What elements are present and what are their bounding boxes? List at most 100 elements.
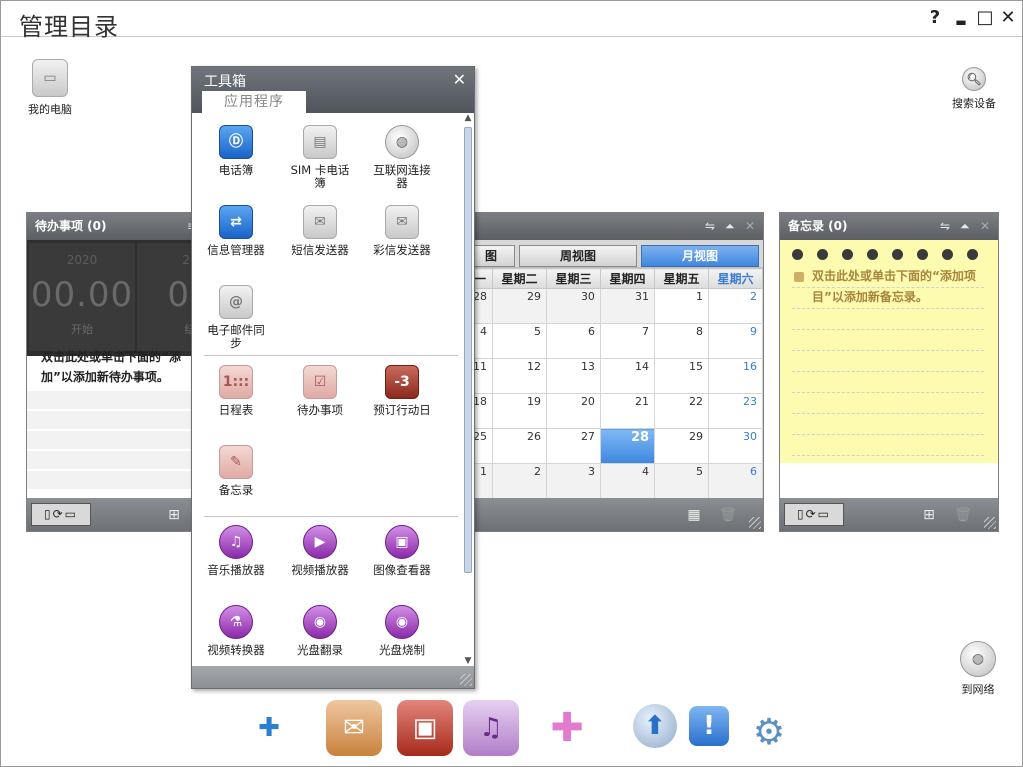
scroll-up-icon[interactable]: ▲	[462, 113, 474, 123]
to-network-shortcut[interactable]: ◍ 到网络	[951, 641, 1005, 697]
calendar-day-cell[interactable]: 2	[708, 288, 763, 324]
app-sim-phonebook[interactable]: ▤ SIM 卡电话簿	[278, 125, 362, 190]
phone-mail-icon[interactable]: ✉	[326, 700, 382, 756]
collapse-icon[interactable]: ⇋	[705, 213, 715, 240]
gear-icon[interactable]: ⚙	[741, 704, 797, 760]
close-button[interactable]: ✕	[998, 9, 1018, 27]
calendar-day-cell[interactable]: 16	[708, 358, 763, 394]
computer-icon: ▭	[32, 59, 68, 97]
calendar-day-cell[interactable]: 15	[654, 358, 710, 394]
start-time: 00.00	[30, 275, 134, 315]
app-dday[interactable]: -3 预订行动日	[360, 365, 444, 417]
calendar-day-cell[interactable]: 31	[599, 288, 656, 324]
toolbox-app-list: Ⓓ 电话簿 ▤ SIM 卡电话簿 ◍ 互联网连接器 ⇄ 信息管理器 ✉ 短信发送器 ✉ 彩信发送器 @ 电…	[192, 113, 462, 666]
calendar-day-cell[interactable]: 5	[492, 323, 547, 359]
calendar-day-cell[interactable]: 6	[708, 463, 763, 499]
app-sms-sender[interactable]: ✉ 短信发送器	[278, 205, 362, 257]
pda-icon[interactable]: ▣	[397, 700, 453, 756]
resize-grip[interactable]	[749, 517, 761, 529]
memo-area[interactable]: 双击此处或单击下面的“添加项目”以添加新备忘录。	[780, 240, 998, 463]
toolbox-window: 工具箱 ✕ 应用程序 Ⓓ 电话簿 ▤ SIM 卡电话簿 ◍ 互联网连接器 ⇄ 信息管理器 ✉ 短信…	[191, 66, 475, 689]
view-month-tab[interactable]: 月视图	[641, 245, 759, 267]
calendar-day-cell[interactable]: 2	[492, 463, 547, 499]
add-task-icon[interactable]: ⊞	[165, 506, 183, 524]
weekday-header: 星期二	[492, 268, 547, 289]
app-message-manager[interactable]: ⇄ 信息管理器	[194, 205, 278, 257]
minimize-panel-icon[interactable]: ⏶	[725, 213, 735, 240]
app-cd-rip[interactable]: ◉ 光盘翻录	[278, 605, 362, 657]
calendar-day-cell[interactable]: 13	[545, 358, 601, 394]
add-memo-icon[interactable]: ⊞	[920, 506, 938, 524]
app-label: 光盘烧制	[379, 643, 425, 657]
app-schedule[interactable]: 1::: 日程表	[194, 365, 278, 417]
globe-upload-icon[interactable]: ⬆	[633, 704, 677, 748]
calendar-day-cell[interactable]: 4	[599, 463, 656, 499]
toolbox-scrollbar[interactable]: ▲ ▼	[462, 113, 474, 666]
scroll-thumb[interactable]	[464, 127, 472, 573]
plus-icon[interactable]: ✚	[539, 700, 595, 756]
tab-applications[interactable]: 应用程序	[202, 91, 306, 113]
delete-icon[interactable]: 🗑︎	[954, 506, 972, 524]
calendar-day-cell[interactable]: 21	[599, 393, 656, 429]
todo-icon: ☑	[303, 365, 337, 399]
calendar-day-cell[interactable]: 5	[654, 463, 710, 499]
calendar-day-cell[interactable]: 19	[492, 393, 547, 429]
view-week-tab[interactable]: 周视图	[519, 245, 637, 267]
calendar-day-cell[interactable]: 29	[492, 288, 547, 324]
window-title: 管理目录	[19, 13, 119, 41]
resize-grip[interactable]	[460, 674, 472, 686]
delete-icon[interactable]: 🗑︎	[719, 506, 737, 524]
calendar-day-cell[interactable]: 28	[599, 428, 656, 464]
toolbox-close-button[interactable]: ✕	[453, 70, 466, 89]
app-internet-connector[interactable]: ◍ 互联网连接器	[360, 125, 444, 190]
app-mms-sender[interactable]: ✉ 彩信发送器	[360, 205, 444, 257]
minimize-button[interactable]: ▬	[951, 9, 971, 35]
divider	[204, 355, 458, 356]
music-player-icon: ♫	[219, 525, 253, 559]
device-switch[interactable]: ▯⟳▭	[31, 503, 91, 526]
calendar-day-cell[interactable]: 6	[545, 323, 601, 359]
maximize-button[interactable]: □	[975, 9, 995, 27]
app-phonebook[interactable]: Ⓓ 电话簿	[194, 125, 278, 177]
app-cd-burn[interactable]: ◉ 光盘烧制	[360, 605, 444, 657]
media-icon[interactable]: ♫	[463, 700, 519, 756]
alert-icon[interactable]: !	[689, 706, 729, 746]
minimize-panel-icon[interactable]: ⏶	[960, 213, 970, 240]
add-event-icon[interactable]: ▦	[685, 506, 703, 524]
calendar-day-cell[interactable]: 30	[708, 428, 763, 464]
app-todo[interactable]: ☑ 待办事项	[278, 365, 362, 417]
app-music-player[interactable]: ♫ 音乐播放器	[194, 525, 278, 577]
calendar-day-cell[interactable]: 9	[708, 323, 763, 359]
calendar-day-cell[interactable]: 30	[545, 288, 601, 324]
collapse-icon[interactable]: ⇋	[940, 213, 950, 240]
help-button[interactable]: ?	[925, 9, 945, 27]
search-device-shortcut[interactable]: 🔍︎ 搜索设备	[945, 67, 1003, 111]
app-memo[interactable]: ✎ 备忘录	[194, 445, 278, 497]
device-switch[interactable]: ▯⟳▭	[784, 503, 844, 526]
divider	[204, 516, 458, 517]
calendar-day-cell[interactable]: 23	[708, 393, 763, 429]
calendar-day-cell[interactable]: 26	[492, 428, 547, 464]
my-computer-shortcut[interactable]: ▭ 我的电脑	[21, 59, 79, 117]
resize-grip[interactable]	[984, 517, 996, 529]
close-panel-icon[interactable]: ✕	[980, 213, 990, 240]
calendar-day-cell[interactable]: 12	[492, 358, 547, 394]
app-video-player[interactable]: ▶ 视频播放器	[278, 525, 362, 577]
app-image-viewer[interactable]: ▣ 图像查看器	[360, 525, 444, 577]
scroll-down-icon[interactable]: ▼	[462, 656, 474, 666]
calendar-day-cell[interactable]: 20	[545, 393, 601, 429]
app-video-converter[interactable]: ⚗ 视频转换器	[194, 605, 278, 657]
calendar-day-cell[interactable]: 1	[654, 288, 710, 324]
calendar-day-cell[interactable]: 8	[654, 323, 710, 359]
calendar-day-cell[interactable]: 22	[654, 393, 710, 429]
app-email-sync[interactable]: @ 电子邮件同步	[194, 285, 278, 350]
calendar-day-cell[interactable]: 29	[654, 428, 710, 464]
calendar-day-cell[interactable]: 27	[545, 428, 601, 464]
todo-hint[interactable]: 双击此处或单击下面的“添加”以添加新待办事项。	[41, 347, 211, 387]
start-label: 开始	[71, 323, 93, 336]
puzzle-icon[interactable]: ✚	[241, 700, 297, 756]
calendar-day-cell[interactable]: 14	[599, 358, 656, 394]
close-panel-icon[interactable]: ✕	[745, 213, 755, 240]
calendar-day-cell[interactable]: 7	[599, 323, 656, 359]
calendar-day-cell[interactable]: 3	[545, 463, 601, 499]
